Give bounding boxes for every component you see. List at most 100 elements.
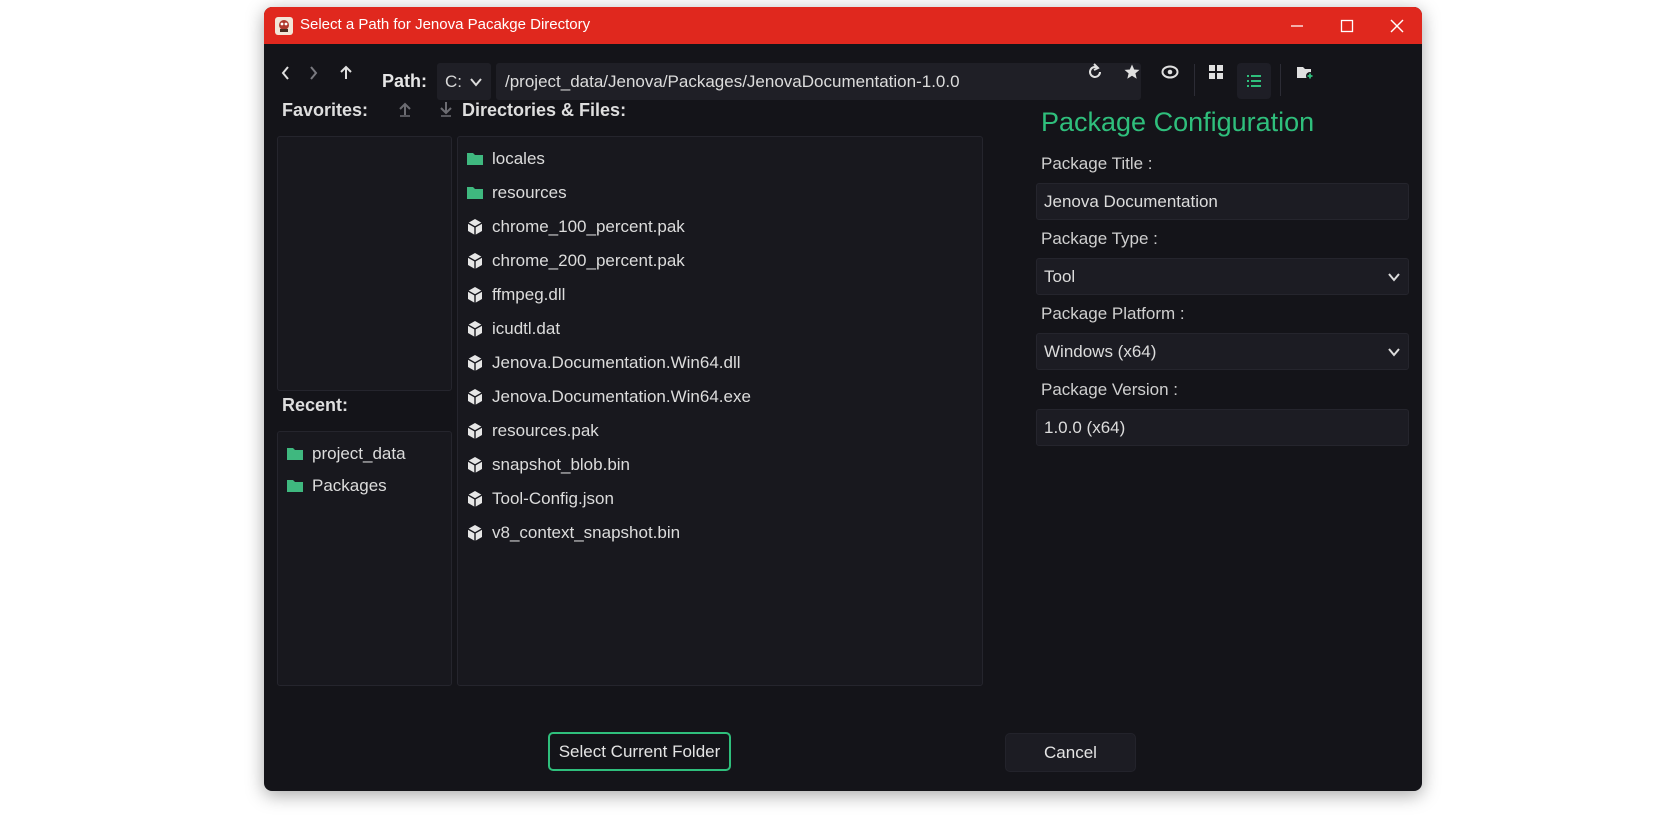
arrow-up-icon <box>399 102 411 117</box>
file-package-icon <box>466 320 484 338</box>
chevron-left-icon <box>281 66 289 80</box>
file-package-icon <box>466 218 484 236</box>
file-package-icon <box>466 524 484 542</box>
folder-icon <box>466 150 484 168</box>
package-type-value: Tool <box>1044 267 1076 286</box>
list-item-label: chrome_200_percent.pak <box>492 251 685 270</box>
parent-folder-button[interactable] <box>333 61 359 85</box>
list-item[interactable]: icudtl.dat <box>466 312 560 346</box>
list-item[interactable]: resources.pak <box>466 414 599 448</box>
folder-icon <box>286 445 304 463</box>
list-item-label: v8_context_snapshot.bin <box>492 523 681 542</box>
list-item-label: Jenova.Documentation.Win64.exe <box>492 387 751 406</box>
list-item[interactable]: chrome_100_percent.pak <box>466 210 685 244</box>
package-platform-value: Windows (x64) <box>1044 342 1157 361</box>
files-label: Directories & Files: <box>462 100 627 120</box>
list-item[interactable]: locales <box>466 142 545 176</box>
grid-icon <box>1209 65 1223 79</box>
file-dialog-window: Select a Path for Jenova Pacakge Directo… <box>264 7 1422 791</box>
package-platform-select[interactable]: Windows (x64) <box>1036 333 1409 370</box>
list-item-label: locales <box>492 149 545 168</box>
window-title: Select a Path for Jenova Pacakge Directo… <box>300 16 591 33</box>
eye-icon <box>1161 65 1179 79</box>
drive-select[interactable]: C: <box>437 63 491 100</box>
path-input[interactable]: /project_data/Jenova/Packages/JenovaDocu… <box>496 63 1141 100</box>
minimize-icon <box>1291 24 1303 27</box>
package-type-select[interactable]: Tool <box>1036 258 1409 295</box>
config-title: Package Configuration <box>1041 107 1315 137</box>
new-folder-button[interactable] <box>1292 60 1318 84</box>
list-item[interactable]: Tool-Config.json <box>466 482 614 516</box>
list-item-label: resources <box>492 183 567 202</box>
chevron-down-icon <box>470 78 482 87</box>
new-folder-icon <box>1297 67 1314 80</box>
recent-item-packages[interactable]: Packages <box>286 469 387 503</box>
drive-value: C: <box>445 72 462 91</box>
folder-icon <box>466 184 484 202</box>
maximize-button[interactable] <box>1322 7 1372 44</box>
list-item[interactable]: chrome_200_percent.pak <box>466 244 685 278</box>
close-button[interactable] <box>1372 7 1422 44</box>
app-logo-icon <box>275 17 293 35</box>
close-icon <box>1390 19 1404 32</box>
list-icon <box>1247 75 1261 87</box>
title-bar: Select a Path for Jenova Pacakge Directo… <box>264 7 1422 44</box>
list-item[interactable]: Jenova.Documentation.Win64.dll <box>466 346 741 380</box>
list-item-label: Jenova.Documentation.Win64.dll <box>492 353 741 372</box>
list-item[interactable]: Jenova.Documentation.Win64.exe <box>466 380 751 414</box>
grid-view-button[interactable] <box>1203 60 1229 84</box>
file-package-icon <box>466 286 484 304</box>
cancel-button[interactable]: Cancel <box>1005 733 1136 772</box>
file-package-icon <box>466 354 484 372</box>
list-item[interactable]: resources <box>466 176 567 210</box>
list-item-label: icudtl.dat <box>492 319 561 338</box>
toolbar-separator <box>1280 64 1281 96</box>
files-list: locales resources chrome_100_percent.pakch… <box>457 136 983 686</box>
package-version-label: Package Version : <box>1041 380 1179 399</box>
file-package-icon <box>466 388 484 406</box>
package-title-input[interactable]: Jenova Documentation <box>1036 183 1409 220</box>
folder-icon <box>286 477 304 495</box>
list-item-label: ffmpeg.dll <box>492 285 566 304</box>
file-package-icon <box>466 456 484 474</box>
list-item-label: resources.pak <box>492 421 599 440</box>
list-view-button[interactable] <box>1237 63 1271 99</box>
favorite-move-down-button[interactable] <box>433 97 459 121</box>
minimize-button[interactable] <box>1272 7 1322 44</box>
refresh-icon <box>1089 63 1101 78</box>
favorite-move-up-button[interactable] <box>392 97 418 121</box>
recent-label: Recent: <box>282 395 349 415</box>
list-item[interactable]: ffmpeg.dll <box>466 278 565 312</box>
package-type-label: Package Type : <box>1041 229 1158 248</box>
favorite-button[interactable] <box>1119 60 1145 84</box>
toolbar-separator <box>1194 64 1195 96</box>
package-title-label: Package Title : <box>1041 154 1153 173</box>
file-package-icon <box>466 422 484 440</box>
list-item-label: project_data <box>312 444 406 463</box>
star-icon <box>1124 64 1140 79</box>
list-item[interactable]: v8_context_snapshot.bin <box>466 516 680 550</box>
favorites-list[interactable] <box>277 136 452 391</box>
favorites-label: Favorites: <box>282 100 369 120</box>
list-item-label: snapshot_blob.bin <box>492 455 631 474</box>
back-button[interactable] <box>273 61 299 85</box>
select-current-folder-button[interactable]: Select Current Folder <box>548 732 731 771</box>
show-hidden-button[interactable] <box>1157 60 1183 84</box>
chevron-down-icon <box>1388 348 1400 357</box>
file-package-icon <box>466 252 484 270</box>
chevron-down-icon <box>1388 273 1400 282</box>
arrow-up-icon <box>340 65 352 79</box>
recent-list: project_data Packages <box>277 431 452 686</box>
list-item-label: Packages <box>312 476 387 495</box>
chevron-right-icon <box>310 66 318 80</box>
path-label: Path: <box>382 71 427 91</box>
refresh-button[interactable] <box>1082 60 1108 84</box>
forward-button[interactable] <box>300 61 326 85</box>
list-item-label: chrome_100_percent.pak <box>492 217 685 236</box>
list-item[interactable]: snapshot_blob.bin <box>466 448 630 482</box>
maximize-icon <box>1340 19 1354 32</box>
recent-item-project-data[interactable]: project_data <box>286 437 406 471</box>
package-version-input[interactable]: 1.0.0 (x64) <box>1036 409 1409 446</box>
list-item-label: Tool-Config.json <box>492 489 614 508</box>
toolbar: Path: C: /project_data/Jenova/Packages/J… <box>264 44 1422 100</box>
